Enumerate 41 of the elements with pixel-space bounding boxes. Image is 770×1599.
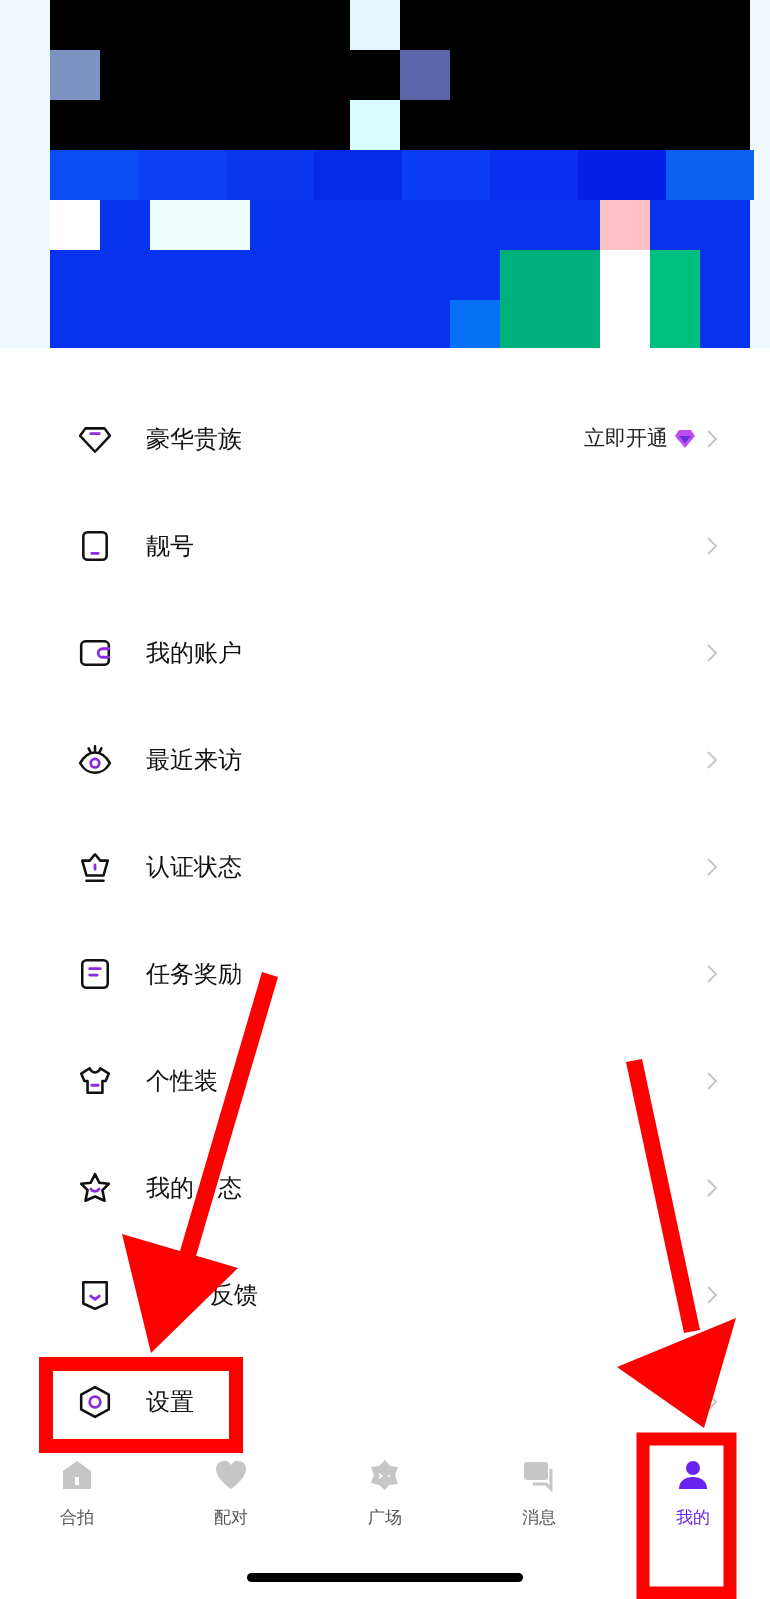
settings-icon — [78, 1384, 112, 1419]
tab[interactable]: 合拍 — [0, 1455, 154, 1555]
menu-label: 态 — [218, 1172, 242, 1204]
chevron-right-icon — [706, 856, 718, 877]
menu-label: 认证状态 — [146, 851, 242, 883]
menu-label: 我的 — [146, 1172, 194, 1204]
eye-icon — [78, 742, 112, 777]
menu-item[interactable]: 我的 态 — [0, 1134, 770, 1241]
chevron-right-icon — [706, 428, 718, 449]
menu-item[interactable]: 设置 — [0, 1348, 770, 1455]
tab[interactable]: 配对 — [154, 1455, 308, 1555]
tab[interactable]: 我的 — [616, 1455, 770, 1555]
tab[interactable]: 广场 — [308, 1455, 462, 1555]
chevron-right-icon — [706, 749, 718, 770]
tab[interactable]: 消息 — [462, 1455, 616, 1555]
menu-label: 最近来访 — [146, 744, 242, 776]
menu-item[interactable]: 个性装 — [0, 1027, 770, 1134]
chevron-right-icon — [706, 1070, 718, 1091]
menu-label: 任务奖励 — [146, 958, 242, 990]
chevron-right-icon — [706, 1177, 718, 1198]
chevron-right-icon — [706, 642, 718, 663]
star-icon — [78, 1170, 112, 1205]
menu-item[interactable]: 任务奖励 — [0, 920, 770, 1027]
gem-icon — [674, 428, 696, 449]
menu-item[interactable]: 我的账户 — [0, 599, 770, 706]
menu-label: 豪华贵族 — [146, 423, 242, 455]
menu-label: 个性装 — [146, 1065, 218, 1097]
chevron-right-icon — [706, 1284, 718, 1305]
menu-item[interactable]: 豪华贵族 立即开通 — [0, 385, 770, 492]
menu-label: 设置 — [146, 1386, 194, 1418]
menu-item[interactable]: 认证状态 — [0, 813, 770, 920]
menu-item[interactable]: 最近来访 — [0, 706, 770, 813]
list-icon — [78, 956, 112, 991]
menu-label: 我的账户 — [146, 637, 242, 669]
menu-label: 反馈 — [210, 1279, 258, 1311]
menu-item[interactable]: 靓号 — [0, 492, 770, 599]
menu-item[interactable]: 反馈 — [0, 1241, 770, 1348]
menu-label: 靓号 — [146, 530, 194, 562]
chevron-right-icon — [706, 963, 718, 984]
chevron-right-icon — [706, 535, 718, 556]
upgrade-link[interactable]: 立即开通 — [584, 422, 668, 455]
